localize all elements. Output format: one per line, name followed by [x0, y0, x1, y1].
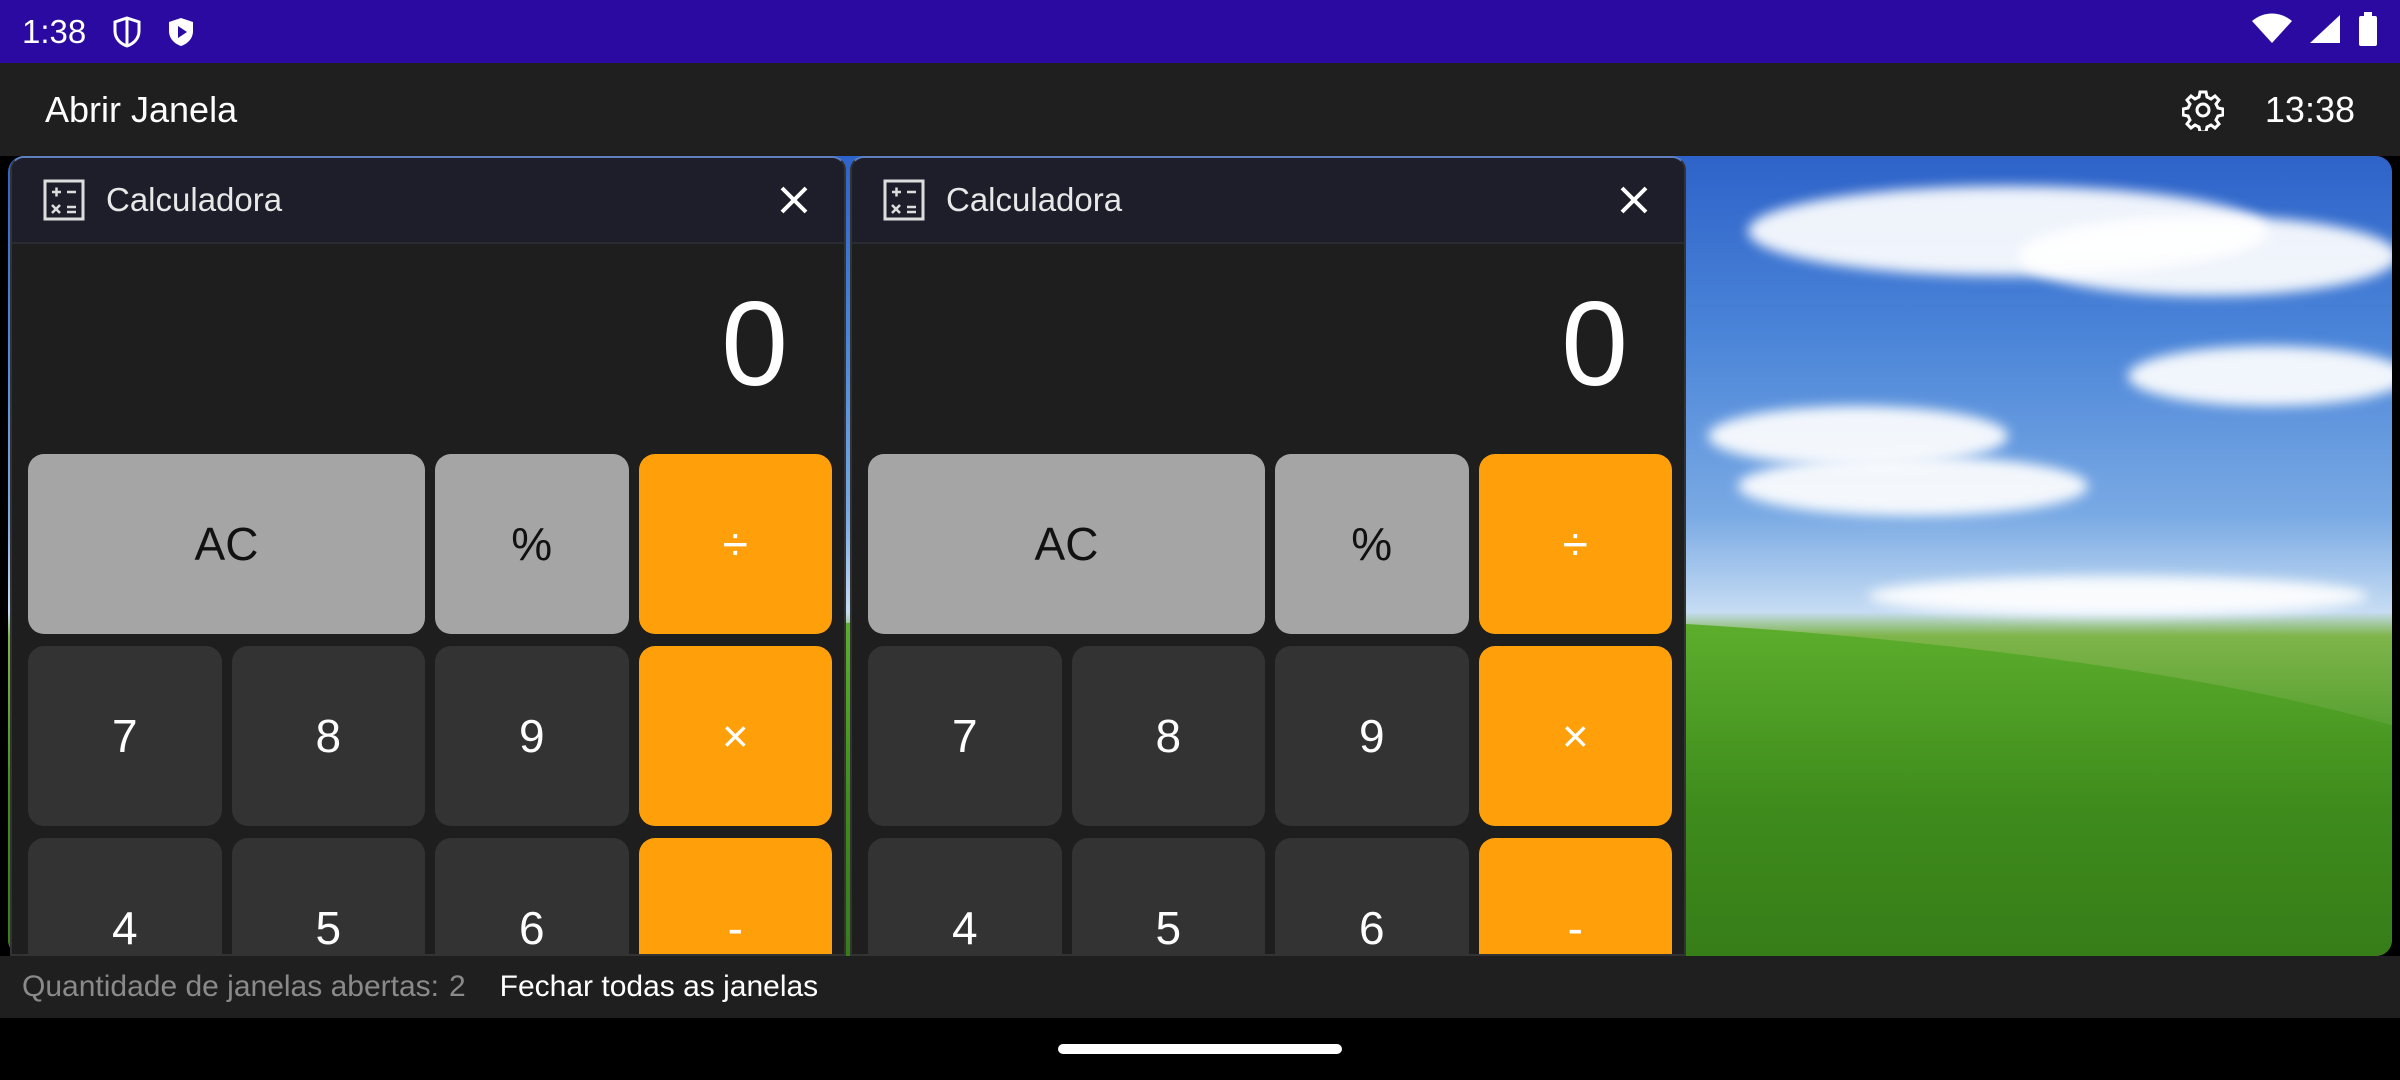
- key-clear[interactable]: AC: [868, 454, 1265, 634]
- calculator-window[interactable]: Calculadora 0 AC % ÷ 7 8 9 × 4 5 6 -: [10, 156, 846, 956]
- key-9[interactable]: 9: [1275, 646, 1469, 826]
- app-bar-right: 13:38: [2181, 88, 2355, 132]
- key-7[interactable]: 7: [28, 646, 222, 826]
- calculator-icon: [42, 178, 86, 222]
- status-time: 1:38: [22, 12, 87, 50]
- wallpaper-cloud: [2018, 216, 2392, 296]
- key-percent[interactable]: %: [435, 454, 629, 634]
- calculator-window[interactable]: Calculadora 0 AC % ÷ 7 8 9 × 4 5 6 -: [850, 156, 1686, 956]
- navigation-bar: [0, 1018, 2400, 1080]
- open-window-button[interactable]: Abrir Janela: [45, 89, 237, 131]
- info-bar: Quantidade de janelas abertas: 2 Fechar …: [0, 956, 2400, 1018]
- key-minus[interactable]: -: [1478, 838, 1672, 954]
- key-5[interactable]: 5: [1071, 838, 1265, 954]
- window-titlebar[interactable]: Calculadora: [12, 158, 844, 244]
- close-icon[interactable]: [774, 180, 814, 220]
- wallpaper-cloud: [1738, 456, 2088, 516]
- key-multiply[interactable]: ×: [1478, 646, 1672, 826]
- clock: 13:38: [2264, 88, 2355, 130]
- key-percent[interactable]: %: [1275, 454, 1469, 634]
- status-bar: 1:38: [0, 0, 2400, 63]
- gear-icon[interactable]: [2181, 88, 2225, 132]
- open-windows-label: Quantidade de janelas abertas:: [22, 970, 439, 1003]
- window-titlebar[interactable]: Calculadora: [852, 158, 1684, 244]
- key-5[interactable]: 5: [231, 838, 425, 954]
- status-right-icons: [2252, 12, 2378, 51]
- calculator-keypad: AC % ÷ 7 8 9 × 4 5 6 -: [28, 454, 832, 954]
- key-8[interactable]: 8: [1071, 646, 1265, 826]
- key-4[interactable]: 4: [868, 838, 1062, 954]
- battery-icon: [2358, 12, 2378, 51]
- key-multiply[interactable]: ×: [638, 646, 832, 826]
- key-8[interactable]: 8: [231, 646, 425, 826]
- key-6[interactable]: 6: [435, 838, 629, 954]
- key-minus[interactable]: -: [638, 838, 832, 954]
- close-icon[interactable]: [1614, 180, 1654, 220]
- close-all-windows-button[interactable]: Fechar todas as janelas: [500, 970, 819, 1004]
- calculator-display: 0: [721, 277, 788, 411]
- key-divide[interactable]: ÷: [1478, 454, 1672, 634]
- key-9[interactable]: 9: [435, 646, 629, 826]
- wallpaper-cloud: [1868, 576, 2368, 616]
- shield-icon: [110, 15, 144, 49]
- calculator-display: 0: [1561, 277, 1628, 411]
- calculator-keypad: AC % ÷ 7 8 9 × 4 5 6 -: [868, 454, 1672, 954]
- key-4[interactable]: 4: [28, 838, 222, 954]
- cell-signal-icon: [2308, 13, 2342, 50]
- open-windows-count: 2: [448, 970, 466, 1003]
- home-gesture-handle[interactable]: [1058, 1044, 1342, 1054]
- wallpaper-cloud: [2128, 346, 2392, 406]
- app-bar: Abrir Janela 13:38: [0, 63, 2400, 156]
- play-shield-icon: [164, 15, 198, 49]
- key-clear[interactable]: AC: [28, 454, 425, 634]
- wifi-icon: [2252, 13, 2292, 50]
- window-title: Calculadora: [946, 181, 1123, 218]
- key-7[interactable]: 7: [868, 646, 1062, 826]
- calculator-icon: [882, 178, 926, 222]
- key-6[interactable]: 6: [1275, 838, 1469, 954]
- window-title: Calculadora: [106, 181, 283, 218]
- key-divide[interactable]: ÷: [638, 454, 832, 634]
